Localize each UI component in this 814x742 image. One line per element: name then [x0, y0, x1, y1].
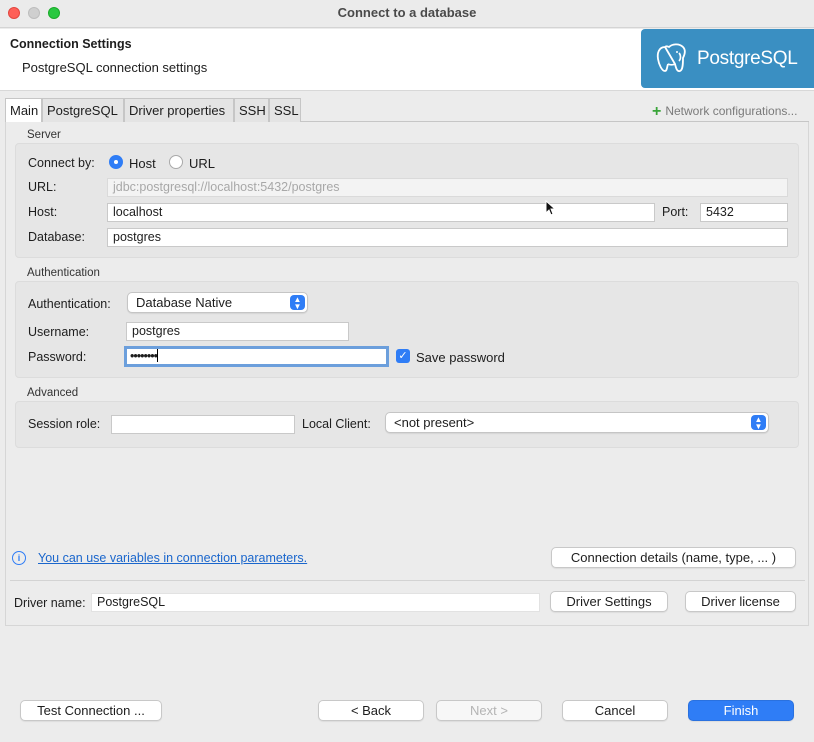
host-radio-label[interactable]: Host — [129, 156, 156, 171]
network-configurations-link[interactable]: + Network configurations... — [652, 103, 797, 121]
window-title: Connect to a database — [337, 5, 477, 20]
save-password-checkbox[interactable]: ✓ — [396, 349, 410, 363]
username-field[interactable]: postgres — [126, 322, 349, 341]
info-icon: i — [12, 551, 26, 565]
save-password-label[interactable]: Save password — [416, 350, 505, 365]
host-label: Host: — [28, 205, 58, 219]
connection-details-button[interactable]: Connection details (name, type, ... ) — [551, 547, 796, 568]
finish-button[interactable]: Finish — [688, 700, 794, 721]
dialog-header: Connection Settings PostgreSQL connectio… — [0, 29, 814, 91]
password-value: •••••••• — [130, 349, 158, 363]
username-label: Username: — [28, 325, 90, 339]
elephant-icon — [656, 43, 686, 73]
password-label: Password: — [28, 350, 87, 364]
url-radio[interactable] — [169, 155, 183, 169]
tab-ssh[interactable]: SSH — [234, 98, 269, 122]
tab-postgresql[interactable]: PostgreSQL — [42, 98, 124, 122]
connect-by-label: Connect by: — [28, 156, 95, 170]
authentication-label: Authentication: — [28, 297, 111, 311]
variables-help-link[interactable]: You can use variables in connection para… — [38, 551, 307, 565]
test-connection-button[interactable]: Test Connection ... — [20, 700, 162, 721]
tab-driver-properties[interactable]: Driver properties — [124, 98, 234, 122]
url-field[interactable]: jdbc:postgresql://localhost:5432/postgre… — [107, 178, 788, 197]
session-role-field[interactable] — [111, 415, 295, 434]
session-role-label: Session role: — [28, 417, 101, 431]
password-field[interactable]: •••••••• — [124, 346, 389, 367]
tab-main[interactable]: Main — [5, 98, 42, 122]
port-field[interactable]: 5432 — [700, 203, 788, 222]
driver-name-field: PostgreSQL — [91, 593, 540, 612]
chevron-up-down-icon: ▲ ▼ — [290, 295, 305, 311]
url-label: URL: — [28, 180, 57, 194]
driver-name-label: Driver name: — [14, 596, 86, 610]
server-group-label: Server — [27, 129, 61, 141]
network-configurations-label: Network configurations... — [665, 104, 798, 118]
plus-icon: + — [652, 103, 662, 120]
local-client-select[interactable]: <not present> ▲ ▼ — [385, 412, 769, 433]
next-button[interactable]: Next > — [436, 700, 542, 721]
header-title: Connection Settings — [10, 37, 132, 51]
database-field[interactable]: postgres — [107, 228, 788, 247]
host-field[interactable]: localhost — [107, 203, 655, 222]
host-radio[interactable] — [109, 155, 123, 169]
postgresql-logo: PostgreSQL — [641, 29, 814, 88]
text-caret — [157, 349, 159, 362]
mouse-cursor-icon — [545, 200, 555, 216]
authentication-select-value: Database Native — [136, 295, 233, 310]
tab-ssl[interactable]: SSL — [269, 98, 301, 122]
local-client-label: Local Client: — [302, 417, 371, 431]
logo-text: PostgreSQL — [697, 48, 798, 69]
database-label: Database: — [28, 230, 85, 244]
back-button[interactable]: < Back — [318, 700, 424, 721]
local-client-select-value: <not present> — [394, 415, 475, 430]
driver-separator — [10, 580, 805, 581]
chevron-up-down-icon: ▲ ▼ — [751, 415, 766, 431]
driver-license-button[interactable]: Driver license — [685, 591, 796, 612]
url-radio-label[interactable]: URL — [189, 156, 215, 171]
authentication-group-label: Authentication — [27, 267, 100, 279]
header-subtitle: PostgreSQL connection settings — [22, 60, 208, 75]
port-label: Port: — [662, 205, 689, 219]
driver-settings-button[interactable]: Driver Settings — [550, 591, 668, 612]
cancel-button[interactable]: Cancel — [562, 700, 668, 721]
advanced-group-label: Advanced — [27, 387, 79, 399]
authentication-select[interactable]: Database Native ▲ ▼ — [127, 292, 308, 313]
